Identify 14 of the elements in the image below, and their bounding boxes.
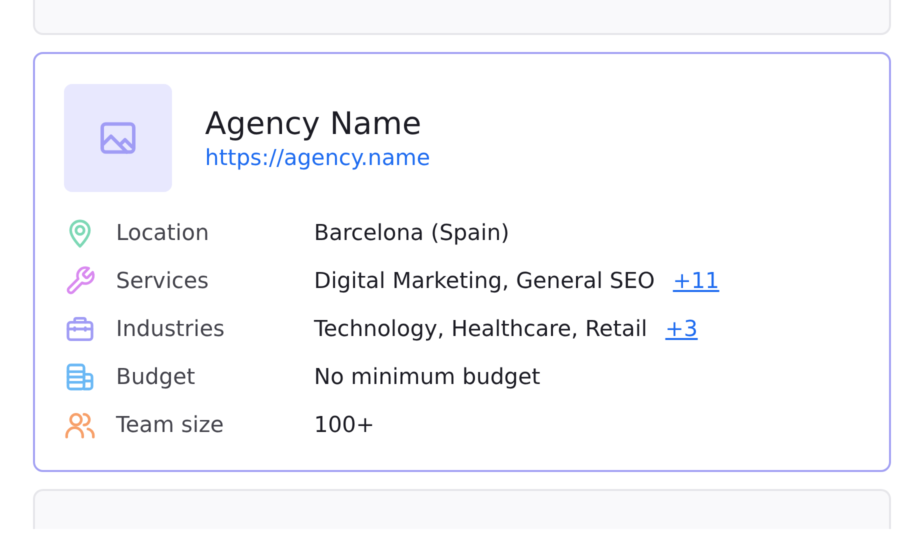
- detail-value: Technology, Healthcare, Retail: [314, 316, 648, 342]
- more-count-link[interactable]: +11: [672, 268, 720, 294]
- detail-value: Barcelona (Spain): [314, 220, 510, 246]
- detail-label: Budget: [116, 364, 196, 390]
- detail-value: No minimum budget: [314, 364, 540, 390]
- detail-value: Digital Marketing, General SEO: [314, 268, 655, 294]
- website-link[interactable]: https://agency.name: [205, 146, 430, 170]
- detail-label: Team size: [116, 412, 225, 438]
- more-count-link[interactable]: +3: [665, 316, 698, 342]
- detail-label: Location: [116, 220, 210, 246]
- agency-name: Agency Name: [205, 106, 422, 142]
- detail-value: 100+: [314, 412, 374, 438]
- detail-label: Services: [116, 268, 210, 294]
- detail-label: Industries: [116, 316, 226, 342]
